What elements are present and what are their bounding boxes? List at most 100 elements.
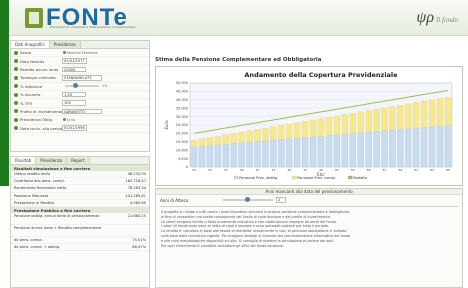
bar-obblig — [436, 125, 444, 168]
bar-compl — [381, 107, 388, 131]
paragraph: Per ogni chiarimento e' possibile contat… — [161, 243, 284, 248]
adesione-slider[interactable] — [65, 83, 99, 89]
tab-previdenza-2[interactable]: Previdenza — [36, 157, 68, 164]
bar-compl — [206, 137, 213, 146]
summary-label: da pens. compl. + obblig. — [14, 245, 61, 250]
legend-swatch — [233, 175, 239, 180]
years-slider[interactable] — [223, 197, 273, 202]
bar-obblig — [246, 142, 253, 168]
y-tick-label: 30.000 — [176, 115, 188, 119]
bar-compl — [429, 99, 436, 127]
summary-row: Posizione Maturata 241.289,81 — [11, 193, 149, 200]
bar-obblig — [278, 139, 285, 168]
bar-compl — [373, 109, 380, 132]
legend-label: Pensione Prev. compl. — [297, 176, 336, 180]
radio-group[interactable]: Maschio Femmina — [67, 51, 98, 55]
bullet-icon — [14, 84, 18, 89]
bar-obblig — [429, 126, 436, 168]
bar-obblig — [333, 134, 340, 168]
chart-container: Andamento della Copertura Previdenziale 5… — [155, 66, 463, 186]
field-label: Data iscriz. alla previdenza — [20, 125, 62, 131]
bar-compl — [246, 130, 253, 143]
field-label: Sesso — [20, 50, 32, 56]
summary-list-2: Pensione obblig. annua lorda al pensiona… — [11, 213, 149, 252]
field-row: Reddito annuo lordo 20000 — [11, 66, 149, 75]
field-label: % Adesione — [20, 83, 43, 89]
select-field[interactable]: STANDARD ATT. — [62, 75, 102, 81]
radio-button[interactable] — [63, 118, 66, 122]
bar-obblig — [238, 142, 245, 168]
bar-compl — [325, 117, 333, 136]
summary-value: 162.726,47 — [125, 179, 146, 184]
bar-obblig — [405, 128, 412, 168]
bar-compl — [421, 101, 428, 128]
summary-value: 78.563,34 — [127, 186, 146, 191]
results-panel: Risultati Previdenza Report Risultati si… — [10, 156, 150, 288]
page-title: Stima della Pensione Complementare ed Ob… — [155, 57, 322, 63]
x-tick-label: 53 — [351, 168, 355, 172]
bar-compl — [397, 105, 404, 130]
bullet-icon — [14, 67, 18, 72]
x-tick-label: 43 — [271, 168, 275, 172]
radio-group[interactable]: si no — [67, 118, 75, 122]
bar-obblig — [357, 132, 364, 168]
summary-value: 4.089,60 — [129, 200, 146, 205]
summary-value: 48.232,95 — [127, 172, 146, 177]
slider-handle[interactable] — [72, 83, 78, 89]
years-value[interactable]: 2 — [276, 197, 286, 203]
summary-value: 88,47% — [132, 245, 146, 250]
bar-obblig — [309, 136, 317, 168]
bar-obblig — [214, 144, 221, 168]
field-row: % TFR 100 — [11, 99, 149, 108]
bar-obblig — [254, 141, 261, 168]
bar-obblig — [230, 143, 237, 168]
slider-value: 1% — [102, 84, 108, 89]
bar-obblig — [341, 133, 348, 168]
summary-label: Pensione annua lorda + Rendita complemen… — [14, 225, 102, 230]
bar-obblig — [325, 135, 333, 168]
bar-compl — [365, 110, 372, 133]
summary-label: Ultimo reddito lordo — [14, 172, 50, 177]
bar-obblig — [198, 146, 206, 168]
input-field[interactable]: 20000 — [62, 66, 86, 73]
tab-previdenza[interactable]: Previdenza — [49, 41, 81, 48]
bar-obblig — [294, 138, 301, 168]
y-tick-label: 45.000 — [176, 90, 188, 94]
input-field[interactable]: 100 — [62, 100, 86, 106]
y-tick-label: 15.000 — [176, 140, 188, 144]
input-field[interactable]: 01/01/1977 — [62, 58, 87, 64]
chart-title: Andamento della Copertura Previdenziale — [244, 71, 398, 79]
bar-obblig — [413, 127, 420, 168]
bar-compl — [444, 97, 452, 126]
input-field[interactable]: 01/01/1996 — [62, 125, 87, 131]
years-slider-handle[interactable] — [245, 197, 250, 202]
summary-label: Prestazione in Rendita — [14, 200, 55, 205]
field-row: Previdenza Oblig. si no — [11, 116, 149, 125]
field-label: Data Nascita — [20, 58, 45, 64]
bar-obblig — [389, 129, 396, 168]
radio-button[interactable] — [63, 51, 66, 55]
brand-logo[interactable]: ψρ Il fondo — [416, 9, 458, 27]
bullet-icon — [14, 50, 18, 55]
x-tick-label: 63 — [430, 168, 434, 172]
bullet-icon — [14, 117, 18, 122]
x-tick-label: 45 — [287, 168, 291, 172]
summary-value: 75,01% — [132, 238, 146, 243]
bar-compl — [389, 106, 396, 131]
bar-obblig — [302, 137, 309, 168]
select-field[interactable]: GARANTITO — [62, 108, 102, 115]
bar-compl — [198, 138, 206, 147]
y-tick-label: 35.000 — [176, 106, 188, 110]
bullet-icon — [14, 59, 18, 64]
field-row: % Accanto. 1,55 — [11, 91, 149, 100]
tab-report[interactable]: Report — [67, 157, 90, 164]
tab-risultati[interactable]: Risultati — [11, 157, 37, 164]
summary-label: Contributo alla pens. compl. — [14, 179, 65, 184]
input-field[interactable]: 1,55 — [62, 91, 86, 98]
field-label: % Accanto. — [20, 92, 42, 98]
bar-compl — [190, 140, 198, 147]
bar-compl — [341, 114, 348, 135]
x-tick-label: 65 — [446, 168, 450, 172]
x-tick-label: 35 — [208, 168, 212, 172]
tab-dati-anagrafici[interactable]: Dati Anagrafici — [11, 41, 50, 48]
